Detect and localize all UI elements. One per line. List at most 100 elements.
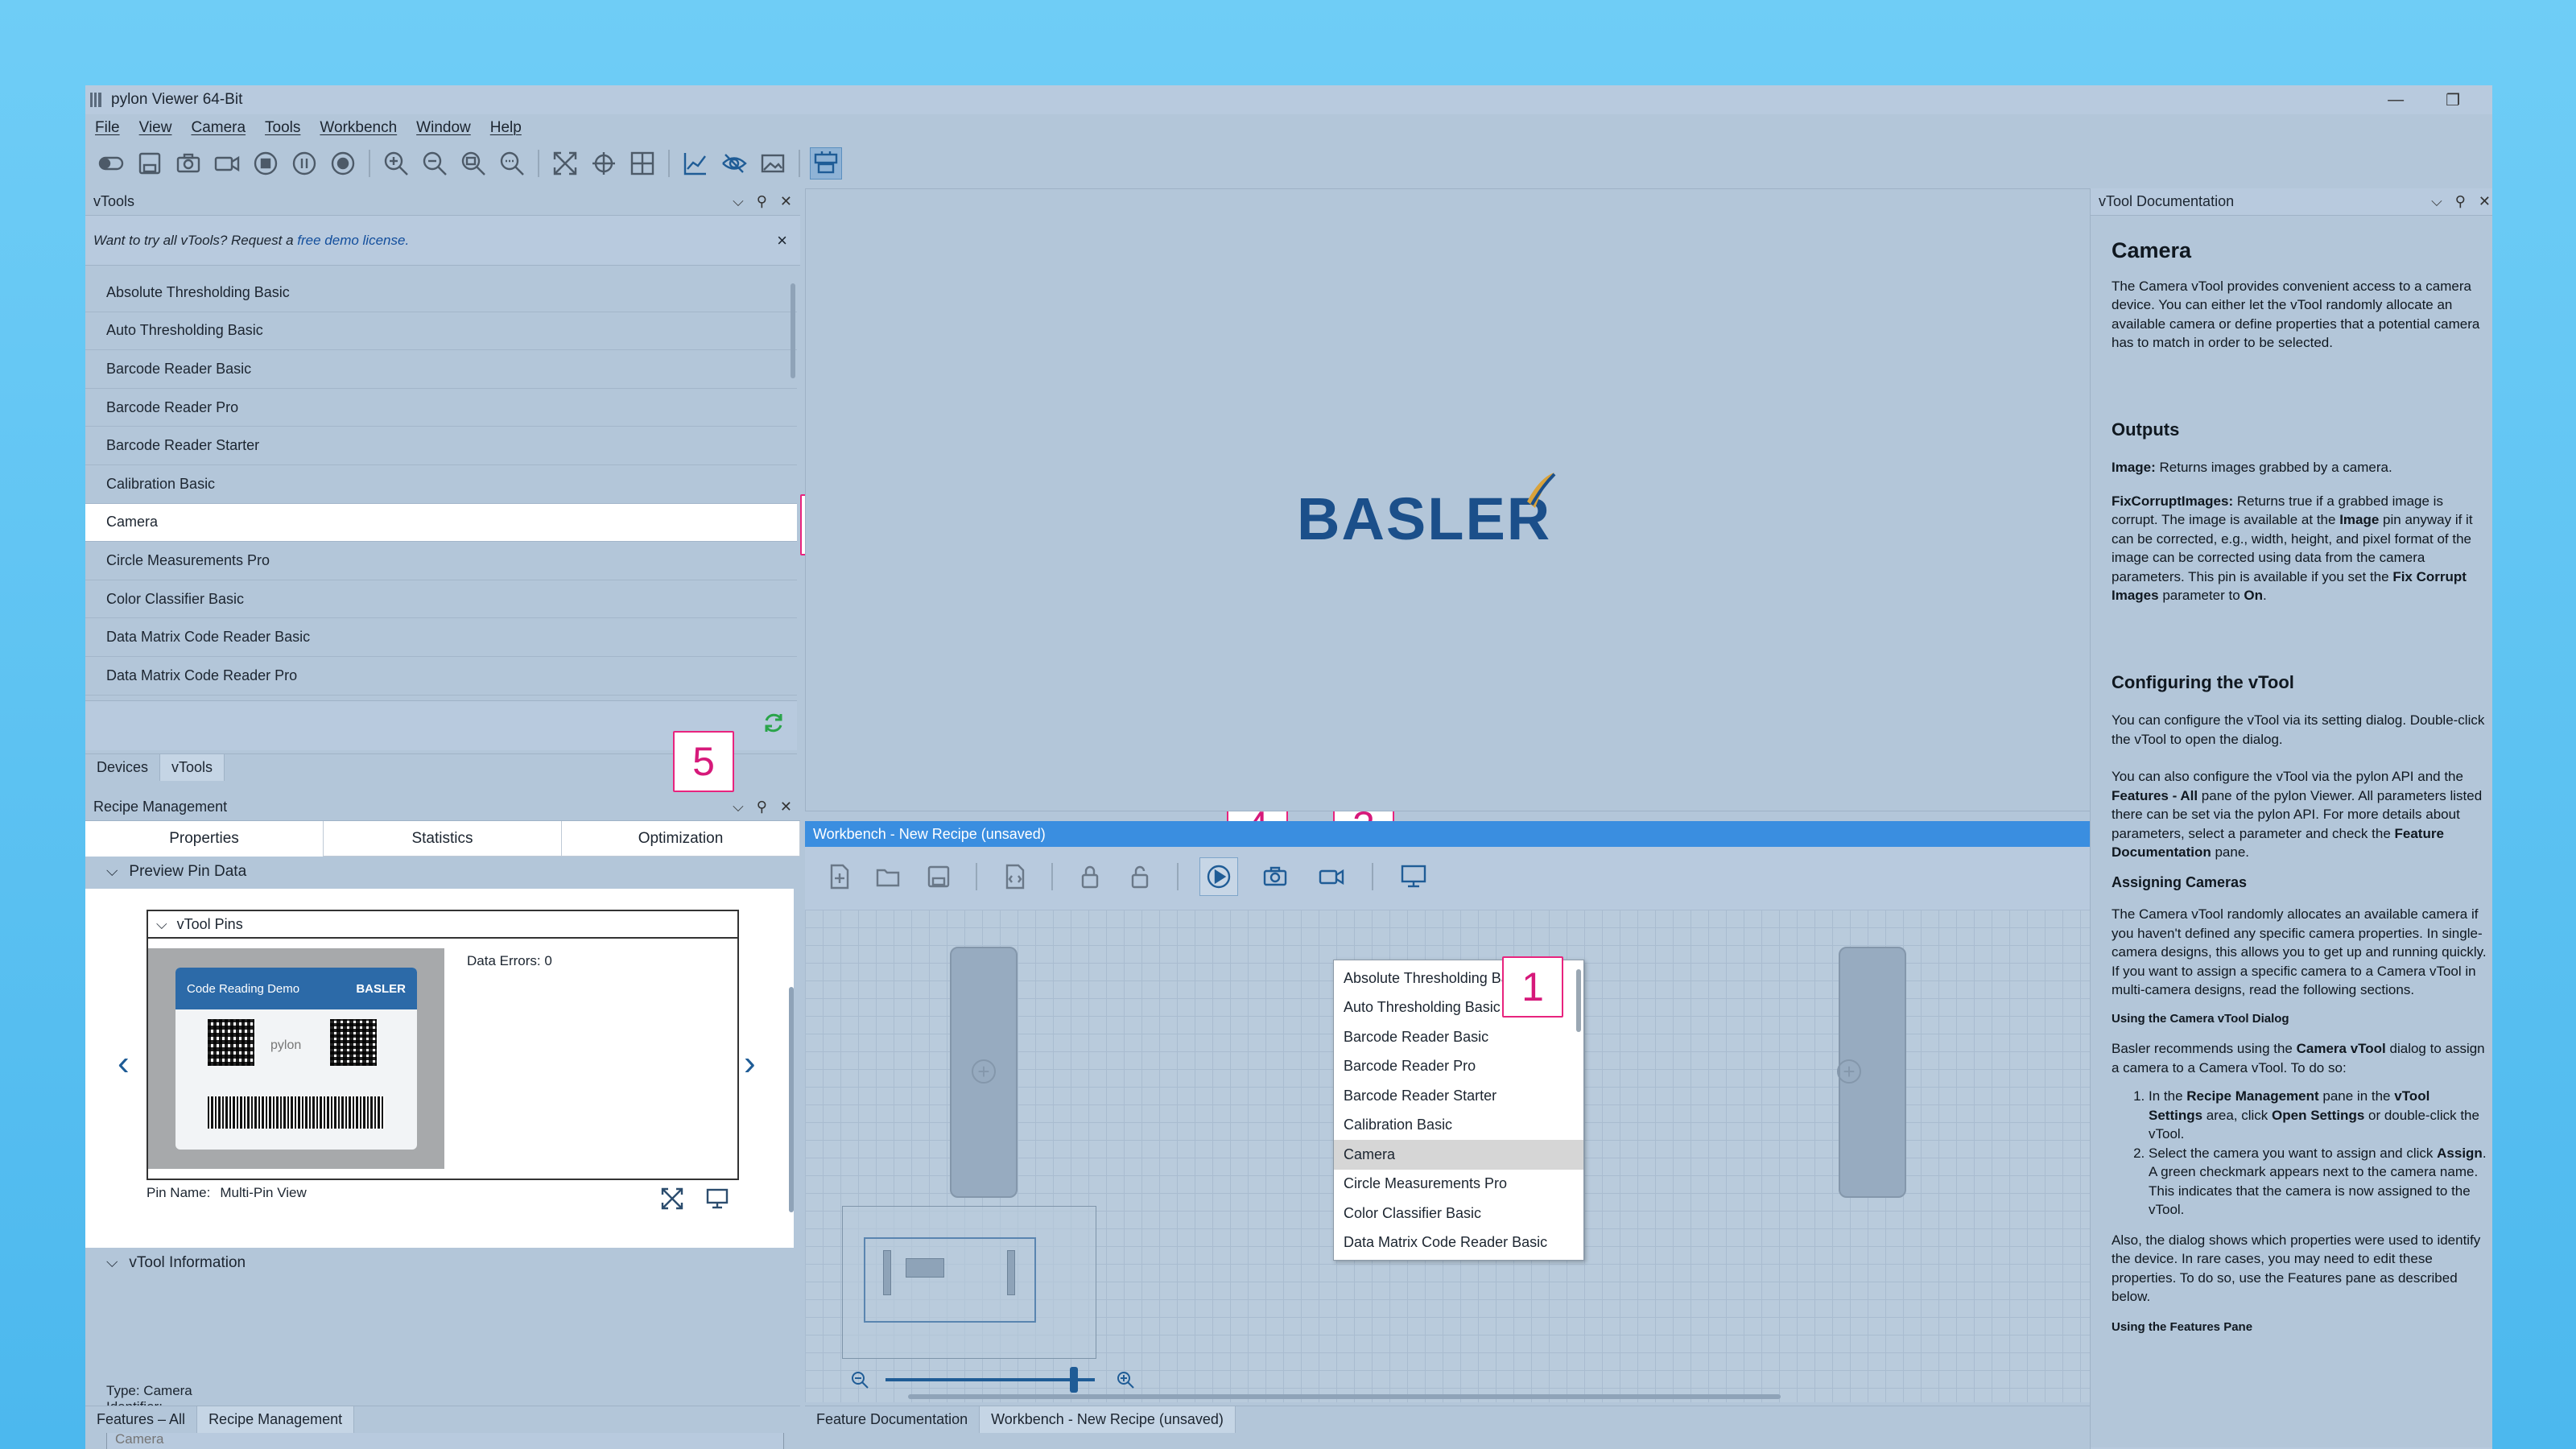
output-node[interactable]: + xyxy=(1837,947,1906,1198)
vtool-list-item[interactable]: Barcode Reader Starter xyxy=(85,427,797,465)
chevron-down-icon[interactable]: ⌵ xyxy=(733,193,744,210)
restore-button[interactable]: ❐ xyxy=(2446,90,2460,110)
workbench-icon[interactable] xyxy=(810,147,842,180)
chart-icon[interactable] xyxy=(679,147,712,180)
dropdown-item[interactable]: Data Matrix Code Reader Basic xyxy=(1334,1228,1583,1258)
dropdown-item[interactable]: Color Classifier Basic xyxy=(1334,1199,1583,1228)
dropdown-item[interactable]: Barcode Reader Pro xyxy=(1334,1052,1583,1082)
tab-statistics[interactable]: Statistics xyxy=(324,821,562,857)
pause-icon[interactable] xyxy=(288,147,320,180)
pin-icon[interactable]: ⚲ xyxy=(757,193,767,210)
input-node[interactable]: + xyxy=(950,947,1018,1198)
open-folder-icon[interactable] xyxy=(873,861,905,893)
unlock-icon[interactable] xyxy=(1124,861,1156,893)
menu-file[interactable]: File xyxy=(95,119,120,137)
recipe-panel-title: Recipe Management xyxy=(93,799,228,815)
vtool-list-item[interactable]: Data Matrix Code Reader Pro xyxy=(85,657,797,696)
zoom-in-icon[interactable] xyxy=(1116,1370,1135,1389)
pin-icon[interactable]: ⚲ xyxy=(2455,193,2466,210)
vtool-information-section[interactable]: ⌵ vTool Information xyxy=(85,1248,794,1278)
zoom-out-icon[interactable] xyxy=(850,1370,869,1389)
new-recipe-icon[interactable] xyxy=(823,861,855,893)
tab-properties[interactable]: Properties xyxy=(85,821,324,857)
chevron-down-icon[interactable]: ⌵ xyxy=(2431,193,2442,210)
lock-icon[interactable] xyxy=(1074,861,1106,893)
vtool-list-item[interactable]: Color Classifier Basic xyxy=(85,580,797,619)
vtools-list-scrollbar[interactable] xyxy=(791,283,795,378)
vtool-list-item[interactable]: Barcode Reader Basic xyxy=(85,350,797,389)
demo-license-link[interactable]: free demo license. xyxy=(297,233,409,249)
crosshair-icon[interactable] xyxy=(588,147,620,180)
image-icon[interactable] xyxy=(757,147,789,180)
preview-pin-data-section[interactable]: ⌵ Preview Pin Data xyxy=(85,857,800,887)
menu-tools[interactable]: Tools xyxy=(265,119,300,137)
add-pin-icon[interactable]: + xyxy=(1837,1059,1861,1084)
banner-close-button[interactable]: × xyxy=(777,230,787,251)
tab-feature-documentation[interactable]: Feature Documentation xyxy=(805,1406,980,1433)
dropdown-item[interactable]: Barcode Reader Starter xyxy=(1334,1081,1583,1111)
recipe-scrollbar[interactable] xyxy=(789,987,794,1212)
tab-workbench[interactable]: Workbench - New Recipe (unsaved) xyxy=(980,1406,1236,1433)
fullscreen-icon[interactable] xyxy=(549,147,581,180)
dropdown-item[interactable]: Barcode Reader Basic xyxy=(1334,1022,1583,1052)
vtool-list-item[interactable]: Calibration Basic xyxy=(85,465,797,504)
monitor-icon[interactable] xyxy=(705,1187,729,1215)
dropdown-item[interactable]: Calibration Basic xyxy=(1334,1111,1583,1141)
zoom-out-icon[interactable] xyxy=(419,147,451,180)
vtools-panel-header: vTools ⌵ ⚲ ✕ xyxy=(85,188,800,216)
save-recipe-icon[interactable] xyxy=(923,861,955,893)
tab-recipe-management[interactable]: Recipe Management xyxy=(197,1406,355,1433)
save-icon[interactable] xyxy=(134,147,166,180)
grid-icon[interactable] xyxy=(626,147,658,180)
close-icon[interactable]: ✕ xyxy=(780,193,792,210)
code-file-icon[interactable] xyxy=(998,861,1030,893)
toggle-icon[interactable] xyxy=(95,147,127,180)
dropdown-item[interactable]: Camera xyxy=(1334,1140,1583,1170)
dropdown-item[interactable]: Circle Measurements Pro xyxy=(1334,1170,1583,1199)
zoom-100-icon[interactable] xyxy=(496,147,528,180)
vtool-list-item[interactable]: Barcode Reader Pro xyxy=(85,389,797,427)
minimap[interactable] xyxy=(842,1206,1096,1359)
vtool-list-item[interactable]: Absolute Thresholding Basic xyxy=(85,274,797,312)
stop-icon[interactable] xyxy=(250,147,282,180)
continuous-shot-icon[interactable] xyxy=(211,147,243,180)
display-icon[interactable] xyxy=(1394,857,1433,896)
dropdown-scrollbar[interactable] xyxy=(1576,969,1581,1032)
tab-vtools[interactable]: vTools xyxy=(160,754,225,781)
expand-icon[interactable] xyxy=(660,1187,684,1215)
add-pin-icon[interactable]: + xyxy=(972,1059,996,1084)
record-icon[interactable] xyxy=(327,147,359,180)
close-icon[interactable]: ✕ xyxy=(780,799,792,815)
vtool-list-item[interactable]: Auto Thresholding Basic xyxy=(85,312,797,351)
previous-arrow-icon[interactable]: ‹ xyxy=(118,1043,130,1084)
tab-devices[interactable]: Devices xyxy=(85,754,161,781)
zoom-fit-icon[interactable] xyxy=(457,147,489,180)
zoom-slider-thumb[interactable] xyxy=(1070,1367,1078,1393)
tab-features-all[interactable]: Features – All xyxy=(85,1406,198,1433)
menu-view[interactable]: View xyxy=(139,119,172,137)
minimize-button[interactable]: — xyxy=(2388,91,2404,109)
chevron-down-icon[interactable]: ⌵ xyxy=(733,799,744,815)
run-icon[interactable] xyxy=(1199,857,1238,896)
vtool-list-item[interactable]: Camera xyxy=(85,503,797,543)
next-arrow-icon[interactable]: › xyxy=(744,1043,756,1084)
zoom-slider-track[interactable] xyxy=(886,1378,1095,1381)
camera-snapshot-icon[interactable] xyxy=(1256,857,1294,896)
zoom-in-icon[interactable] xyxy=(380,147,412,180)
pin-icon[interactable]: ⚲ xyxy=(757,799,767,815)
menu-window[interactable]: Window xyxy=(416,119,471,137)
refresh-icon[interactable] xyxy=(762,711,786,739)
close-icon[interactable]: ✕ xyxy=(2479,193,2491,210)
menu-workbench[interactable]: Workbench xyxy=(320,119,397,137)
menu-camera[interactable]: Camera xyxy=(191,119,246,137)
workbench-canvas[interactable]: + + Absolute Thresholding Basic Auto Thre… xyxy=(805,910,2169,1402)
canvas-horizontal-scrollbar[interactable] xyxy=(908,1394,1781,1399)
single-shot-icon[interactable] xyxy=(172,147,204,180)
video-icon[interactable] xyxy=(1312,857,1351,896)
menu-help[interactable]: Help xyxy=(490,119,522,137)
vtool-pins-header[interactable]: ⌵ vTool Pins xyxy=(148,911,737,939)
vtool-list-item[interactable]: Data Matrix Code Reader Basic xyxy=(85,618,797,657)
vtool-list-item[interactable]: Circle Measurements Pro xyxy=(85,542,797,580)
eye-hidden-icon[interactable] xyxy=(718,147,750,180)
tab-optimization[interactable]: Optimization xyxy=(562,821,800,857)
